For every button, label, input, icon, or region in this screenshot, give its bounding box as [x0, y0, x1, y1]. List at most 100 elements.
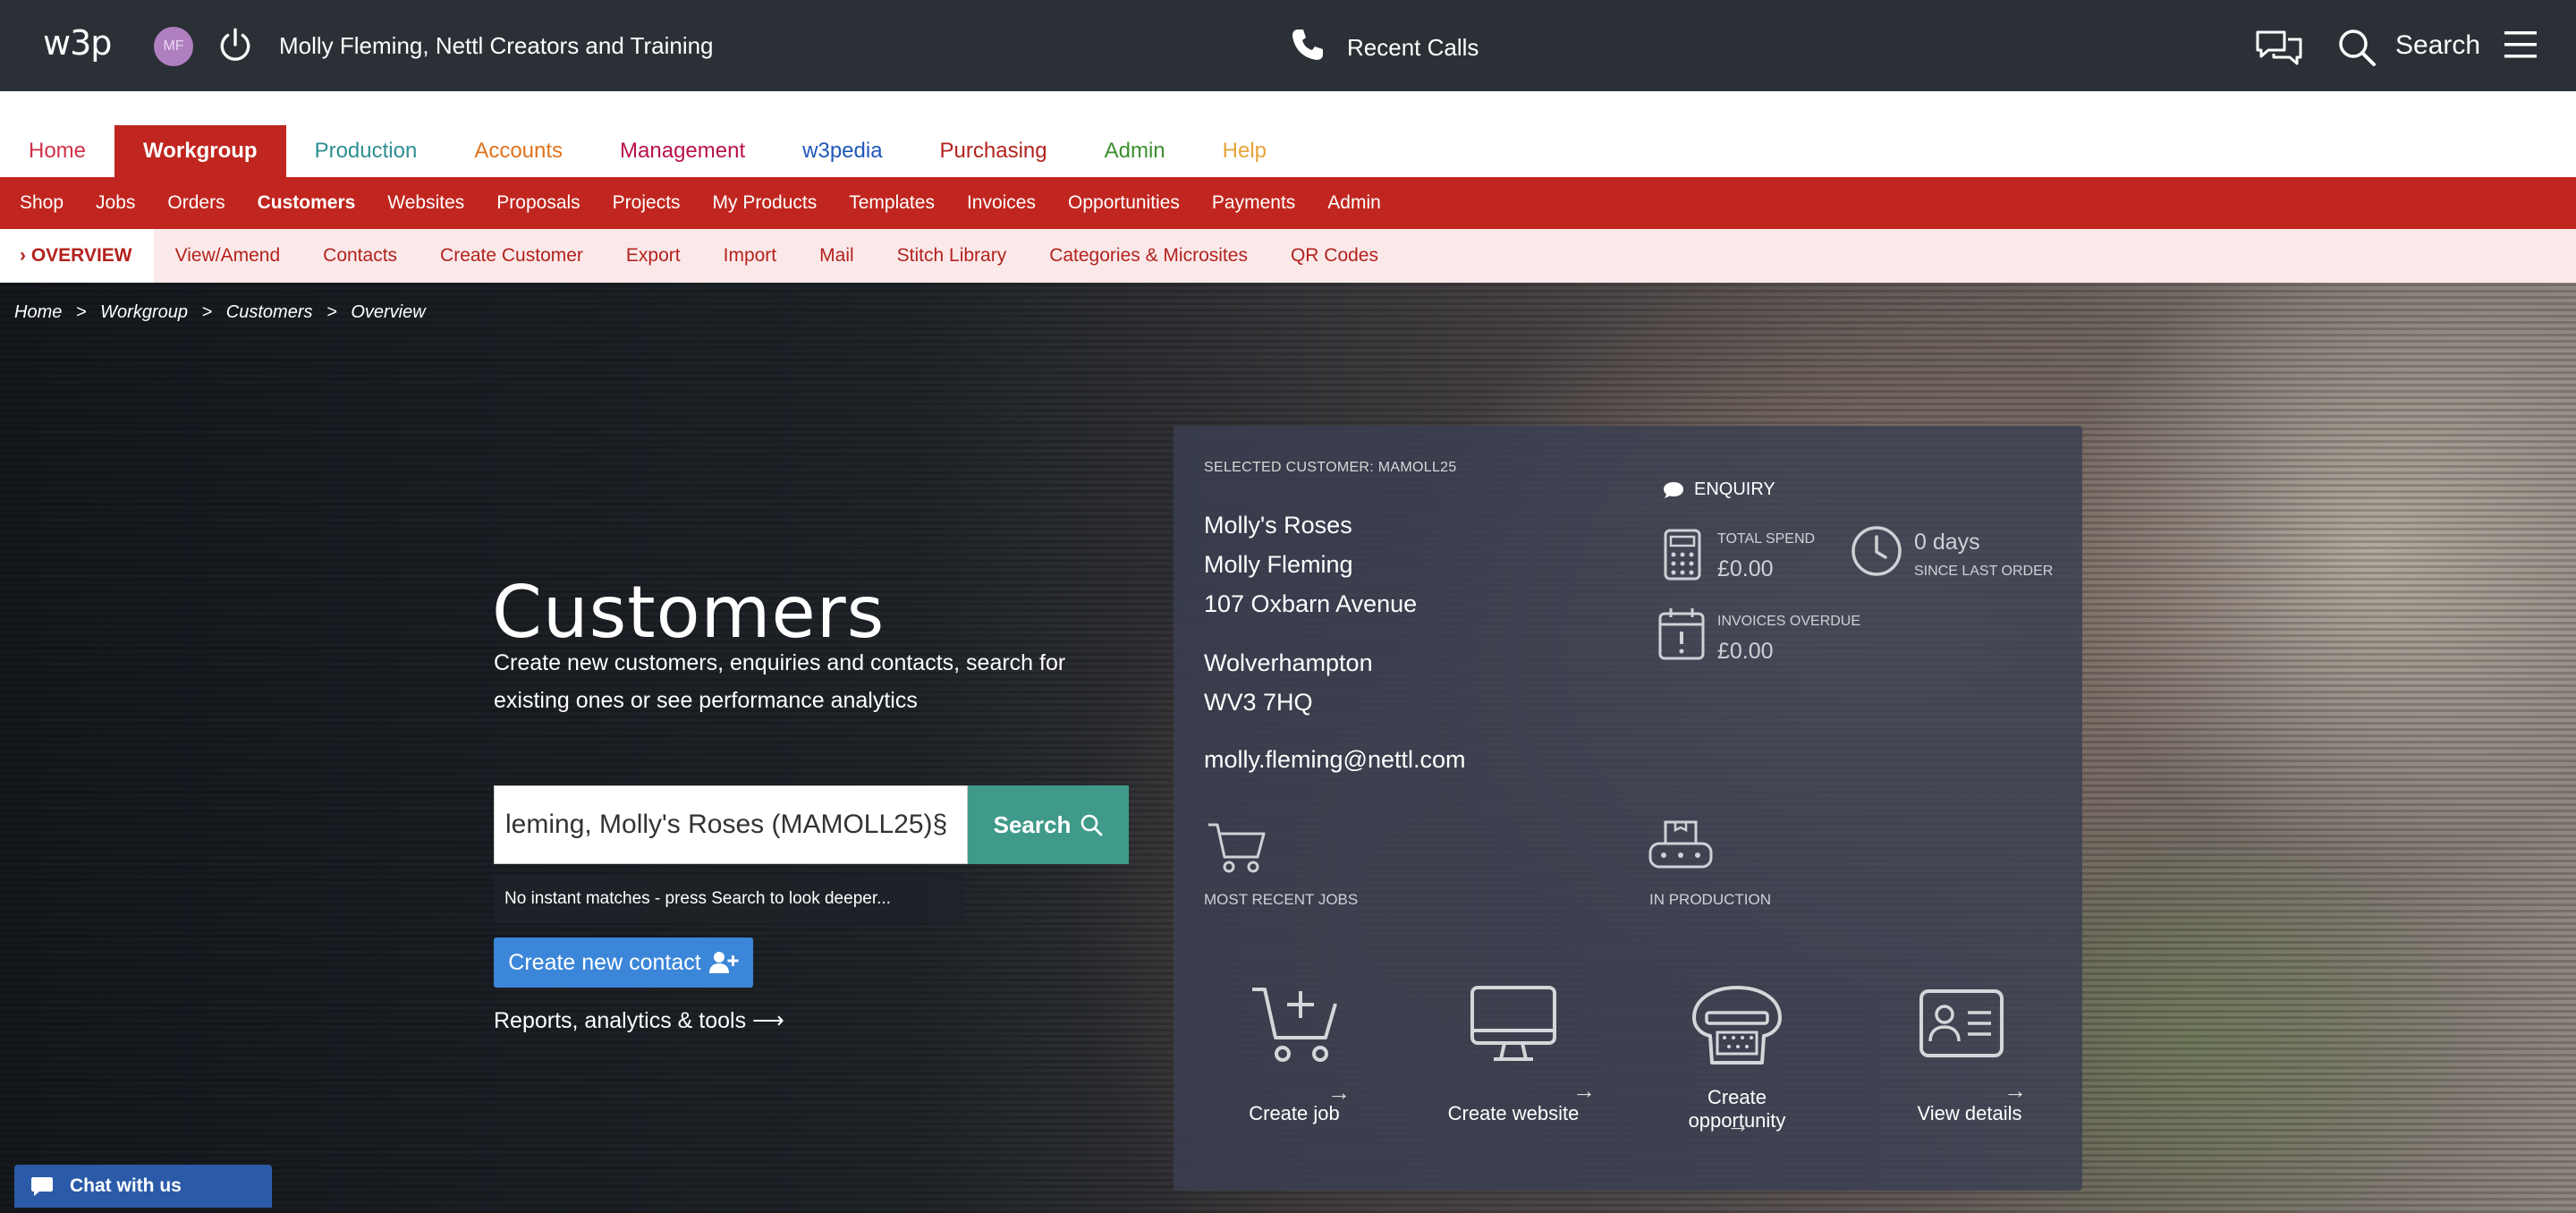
sub-nav-payments[interactable]: Payments [1196, 177, 1311, 229]
sub-nav-shop[interactable]: Shop [4, 177, 80, 229]
production-machine-icon[interactable] [1648, 819, 1714, 875]
page-description: Create new customers, enquiries and cont… [494, 650, 1066, 713]
main-nav-admin[interactable]: Admin [1076, 125, 1194, 177]
search-button[interactable]: Search [968, 785, 1129, 864]
breadcrumb-overview[interactable]: Overview [351, 302, 425, 322]
main-nav-purchasing[interactable]: Purchasing [911, 125, 1076, 177]
user-name: Molly Fleming, Nettl Creators and Traini… [279, 32, 714, 59]
breadcrumb-workgroup[interactable]: Workgroup [100, 302, 188, 322]
main-nav: Home Workgroup Production Accounts Manag… [0, 125, 2576, 177]
search-link[interactable]: Search [2395, 30, 2480, 61]
tert-nav-categories-microsites[interactable]: Categories & Microsites [1028, 229, 1269, 283]
main-nav-w3pedia[interactable]: w3pedia [774, 125, 911, 177]
main-nav-home[interactable]: Home [0, 125, 114, 177]
w3p-logo[interactable]: w3p [43, 23, 112, 63]
create-job-button[interactable]: Create job [1209, 1102, 1379, 1125]
days-since-last-order-value: 0 days [1914, 530, 1980, 555]
speech-bubble-icon [1664, 481, 1683, 498]
hero-section: Home > Workgroup > Customers > Overview … [0, 283, 2576, 1213]
invoices-overdue-value: £0.00 [1717, 639, 1774, 664]
add-user-icon [708, 952, 739, 973]
customer-search-input[interactable]: leming, Molly's Roses (MAMOLL25)§ [494, 785, 968, 864]
sub-nav-admin[interactable]: Admin [1311, 177, 1397, 229]
main-nav-workgroup[interactable]: Workgroup [114, 125, 286, 177]
customer-street: 107 Oxbarn Avenue [1204, 590, 1418, 617]
customer-email[interactable]: molly.fleming@nettl.com [1204, 746, 1466, 774]
breadcrumb-separator: > [326, 302, 337, 322]
sub-nav-projects[interactable]: Projects [597, 177, 697, 229]
customer-contact-name: Molly Fleming [1204, 551, 1353, 578]
calendar-alert-icon [1658, 608, 1705, 660]
reports-label: Reports, analytics & tools [494, 1008, 747, 1033]
sub-nav-invoices[interactable]: Invoices [951, 177, 1052, 229]
breadcrumb: Home > Workgroup > Customers > Overview [14, 302, 435, 323]
days-since-last-order-label: SINCE LAST ORDER [1914, 564, 2054, 579]
reports-link[interactable]: Reports, analytics & tools ⟶ [494, 1007, 784, 1034]
top-bar: w3p MF Molly Fleming, Nettl Creators and… [0, 0, 2576, 91]
view-details-button[interactable]: View details [1889, 1102, 2050, 1125]
desktop-monitor-icon[interactable] [1469, 984, 1558, 1063]
tert-nav-view-amend[interactable]: View/Amend [154, 229, 302, 283]
phone-icon[interactable] [1290, 27, 1326, 63]
customer-postcode: WV3 7HQ [1204, 689, 1313, 716]
avatar[interactable]: MF [154, 27, 193, 66]
tert-nav-contacts[interactable]: Contacts [301, 229, 419, 283]
main-nav-help[interactable]: Help [1194, 125, 1295, 177]
create-website-button[interactable]: Create website [1415, 1102, 1612, 1125]
main-nav-management[interactable]: Management [591, 125, 774, 177]
sub-nav-customers[interactable]: Customers [242, 177, 372, 229]
shopping-cart-icon[interactable] [1206, 819, 1268, 875]
hamburger-menu-icon[interactable] [2503, 29, 2538, 61]
calculator-icon [1664, 529, 1701, 581]
search-icon[interactable] [2336, 27, 2377, 68]
total-spend-label: TOTAL SPEND [1717, 531, 1816, 547]
page-title: Customers [492, 571, 886, 654]
sub-nav-proposals[interactable]: Proposals [480, 177, 596, 229]
id-card-icon[interactable] [1918, 988, 2005, 1059]
search-button-label: Search [993, 810, 1072, 838]
tert-nav-overview[interactable]: › OVERVIEW [0, 229, 154, 283]
breadcrumb-customers[interactable]: Customers [226, 302, 313, 322]
arrow-right-icon: ⟶ [752, 1008, 784, 1033]
breadcrumb-home[interactable]: Home [14, 302, 62, 322]
sub-nav-jobs[interactable]: Jobs [80, 177, 151, 229]
sub-nav-opportunities[interactable]: Opportunities [1052, 177, 1196, 229]
enquiry-label: ENQUIRY [1694, 479, 1775, 499]
most-recent-jobs-label[interactable]: MOST RECENT JOBS [1204, 891, 1358, 909]
invoices-overdue-label: INVOICES OVERDUE [1717, 614, 1861, 629]
opportunity-printer-icon[interactable] [1687, 982, 1787, 1068]
tert-nav-mail[interactable]: Mail [798, 229, 876, 283]
arrow-right-icon: → [2004, 1077, 2027, 1104]
add-to-cart-icon[interactable] [1249, 982, 1342, 1065]
chat-bubble-icon [31, 1177, 53, 1196]
recent-calls-link[interactable]: Recent Calls [1347, 34, 1479, 62]
chat-bubbles-icon[interactable] [2254, 27, 2304, 66]
breadcrumb-separator: > [75, 302, 87, 322]
tert-nav-stitch-library[interactable]: Stitch Library [876, 229, 1029, 283]
tert-nav-qr-codes[interactable]: QR Codes [1269, 229, 1400, 283]
sub-nav-templates[interactable]: Templates [833, 177, 951, 229]
arrow-right-icon: → [1726, 1111, 1750, 1138]
chat-with-us-widget[interactable]: Chat with us [14, 1165, 272, 1208]
search-icon [1081, 814, 1103, 836]
breadcrumb-separator: > [201, 302, 213, 322]
create-new-contact-label: Create new contact [508, 949, 701, 975]
clock-icon [1852, 526, 1902, 576]
in-production-label[interactable]: IN PRODUCTION [1649, 891, 1771, 909]
tert-nav-create-customer[interactable]: Create Customer [419, 229, 605, 283]
customer-city: Wolverhampton [1204, 649, 1373, 676]
tert-nav-import[interactable]: Import [702, 229, 799, 283]
power-icon[interactable] [216, 27, 254, 64]
total-spend-value: £0.00 [1717, 556, 1774, 581]
main-nav-production[interactable]: Production [286, 125, 446, 177]
main-nav-accounts[interactable]: Accounts [445, 125, 591, 177]
sub-nav-my-products[interactable]: My Products [697, 177, 834, 229]
create-new-contact-button[interactable]: Create new contact [494, 937, 753, 988]
arrow-right-icon: → [1572, 1077, 1596, 1104]
customer-company: Molly's Roses [1204, 512, 1352, 539]
sub-nav: Shop Jobs Orders Customers Websites Prop… [0, 177, 2576, 229]
sub-nav-websites[interactable]: Websites [371, 177, 480, 229]
sub-nav-orders[interactable]: Orders [151, 177, 241, 229]
tertiary-nav: › OVERVIEW View/Amend Contacts Create Cu… [0, 229, 2576, 283]
tert-nav-export[interactable]: Export [605, 229, 702, 283]
